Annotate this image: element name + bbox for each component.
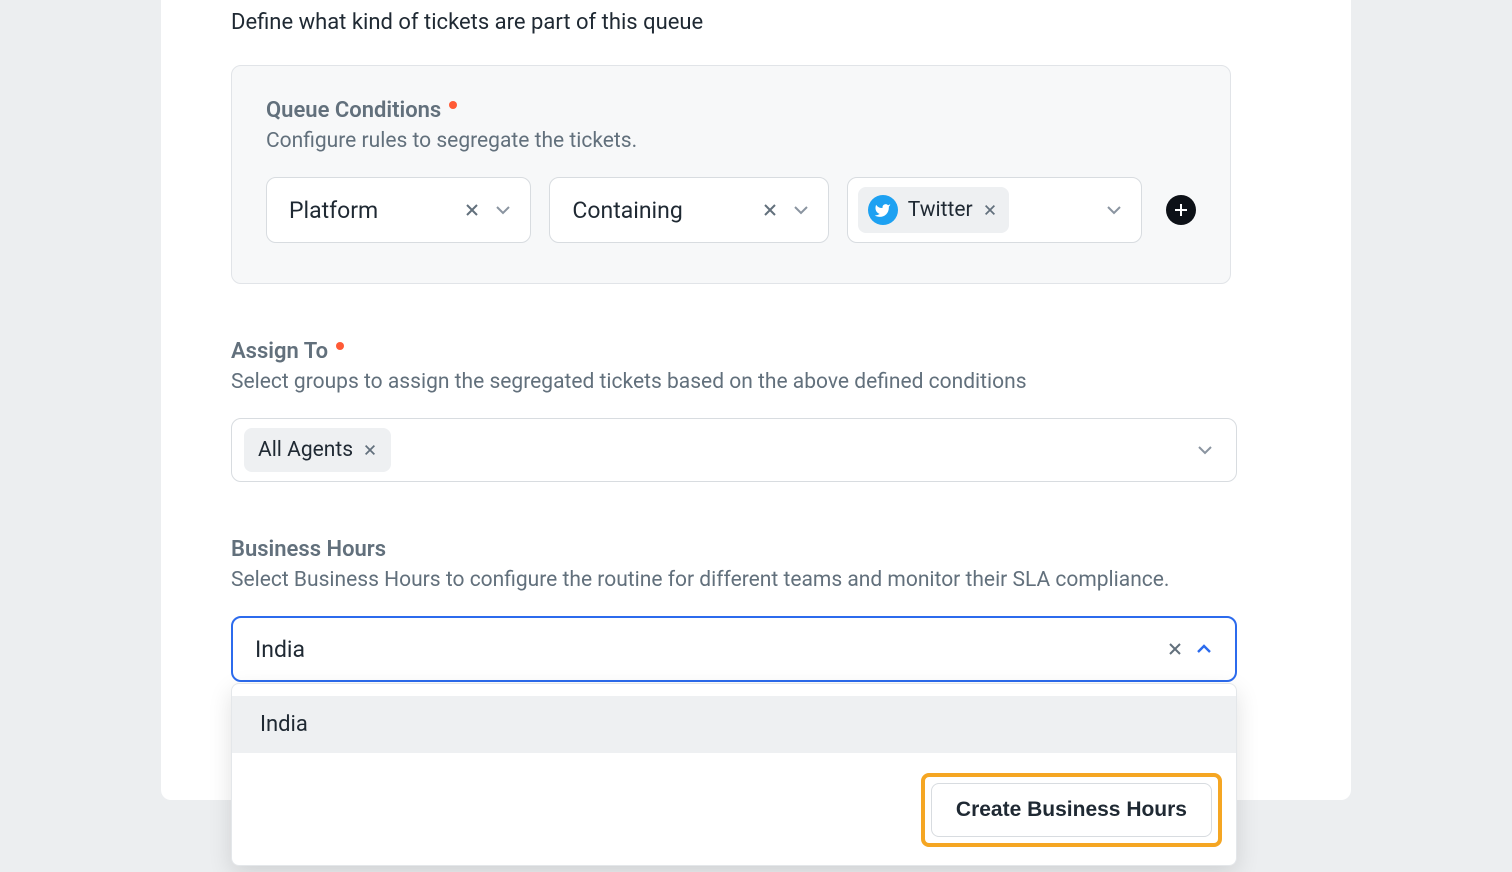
required-indicator: [449, 101, 457, 109]
queue-conditions-label: Queue Conditions: [266, 98, 441, 123]
section-description: Define what kind of tickets are part of …: [231, 10, 1331, 35]
clear-icon[interactable]: [464, 202, 480, 218]
dropdown-footer: Create Business Hours: [232, 753, 1236, 865]
business-hours-block: Business Hours Select Business Hours to …: [231, 537, 1237, 682]
chevron-up-icon: [1195, 640, 1213, 658]
condition-field-value: Platform: [289, 197, 450, 224]
plus-icon: [1173, 202, 1189, 218]
all-agents-chip: All Agents: [244, 428, 391, 472]
create-business-hours-button[interactable]: Create Business Hours: [931, 783, 1212, 837]
condition-operator-select[interactable]: Containing: [549, 177, 828, 243]
assign-to-help: Select groups to assign the segregated t…: [231, 370, 1237, 394]
twitter-chip: Twitter: [858, 187, 1009, 233]
assign-to-block: Assign To Select groups to assign the se…: [231, 339, 1237, 482]
business-hours-select[interactable]: India: [231, 616, 1237, 682]
twitter-chip-label: Twitter: [908, 198, 973, 222]
all-agents-chip-label: All Agents: [258, 438, 353, 462]
business-hours-dropdown: India Create Business Hours: [231, 683, 1237, 866]
create-button-highlight: Create Business Hours: [921, 773, 1222, 847]
queue-conditions-box: Queue Conditions Configure rules to segr…: [231, 65, 1231, 284]
business-hours-label: Business Hours: [231, 537, 386, 562]
business-hours-label-row: Business Hours: [231, 537, 1237, 562]
twitter-icon: [868, 195, 898, 225]
assign-to-label: Assign To: [231, 339, 328, 364]
chevron-down-icon: [494, 201, 512, 219]
condition-operator-value: Containing: [572, 197, 747, 224]
chevron-down-icon: [1105, 201, 1123, 219]
business-hours-selected: India: [255, 636, 305, 663]
business-hours-help: Select Business Hours to configure the r…: [231, 568, 1237, 592]
condition-field-select[interactable]: Platform: [266, 177, 531, 243]
conditions-row: Platform Containing Twitter: [266, 177, 1196, 243]
queue-conditions-label-row: Queue Conditions: [266, 98, 1196, 123]
clear-icon[interactable]: [762, 202, 778, 218]
queue-config-card: Define what kind of tickets are part of …: [161, 0, 1351, 800]
add-condition-button[interactable]: [1166, 195, 1196, 225]
condition-value-select[interactable]: Twitter: [847, 177, 1142, 243]
required-indicator: [336, 342, 344, 350]
remove-chip-icon[interactable]: [363, 443, 377, 457]
assign-to-label-row: Assign To: [231, 339, 1237, 364]
assign-to-select[interactable]: All Agents: [231, 418, 1237, 482]
clear-icon[interactable]: [1167, 641, 1183, 657]
dropdown-option-india[interactable]: India: [232, 696, 1236, 753]
queue-conditions-help: Configure rules to segregate the tickets…: [266, 129, 1196, 153]
remove-chip-icon[interactable]: [983, 203, 997, 217]
chevron-down-icon: [1196, 441, 1214, 459]
chevron-down-icon: [792, 201, 810, 219]
